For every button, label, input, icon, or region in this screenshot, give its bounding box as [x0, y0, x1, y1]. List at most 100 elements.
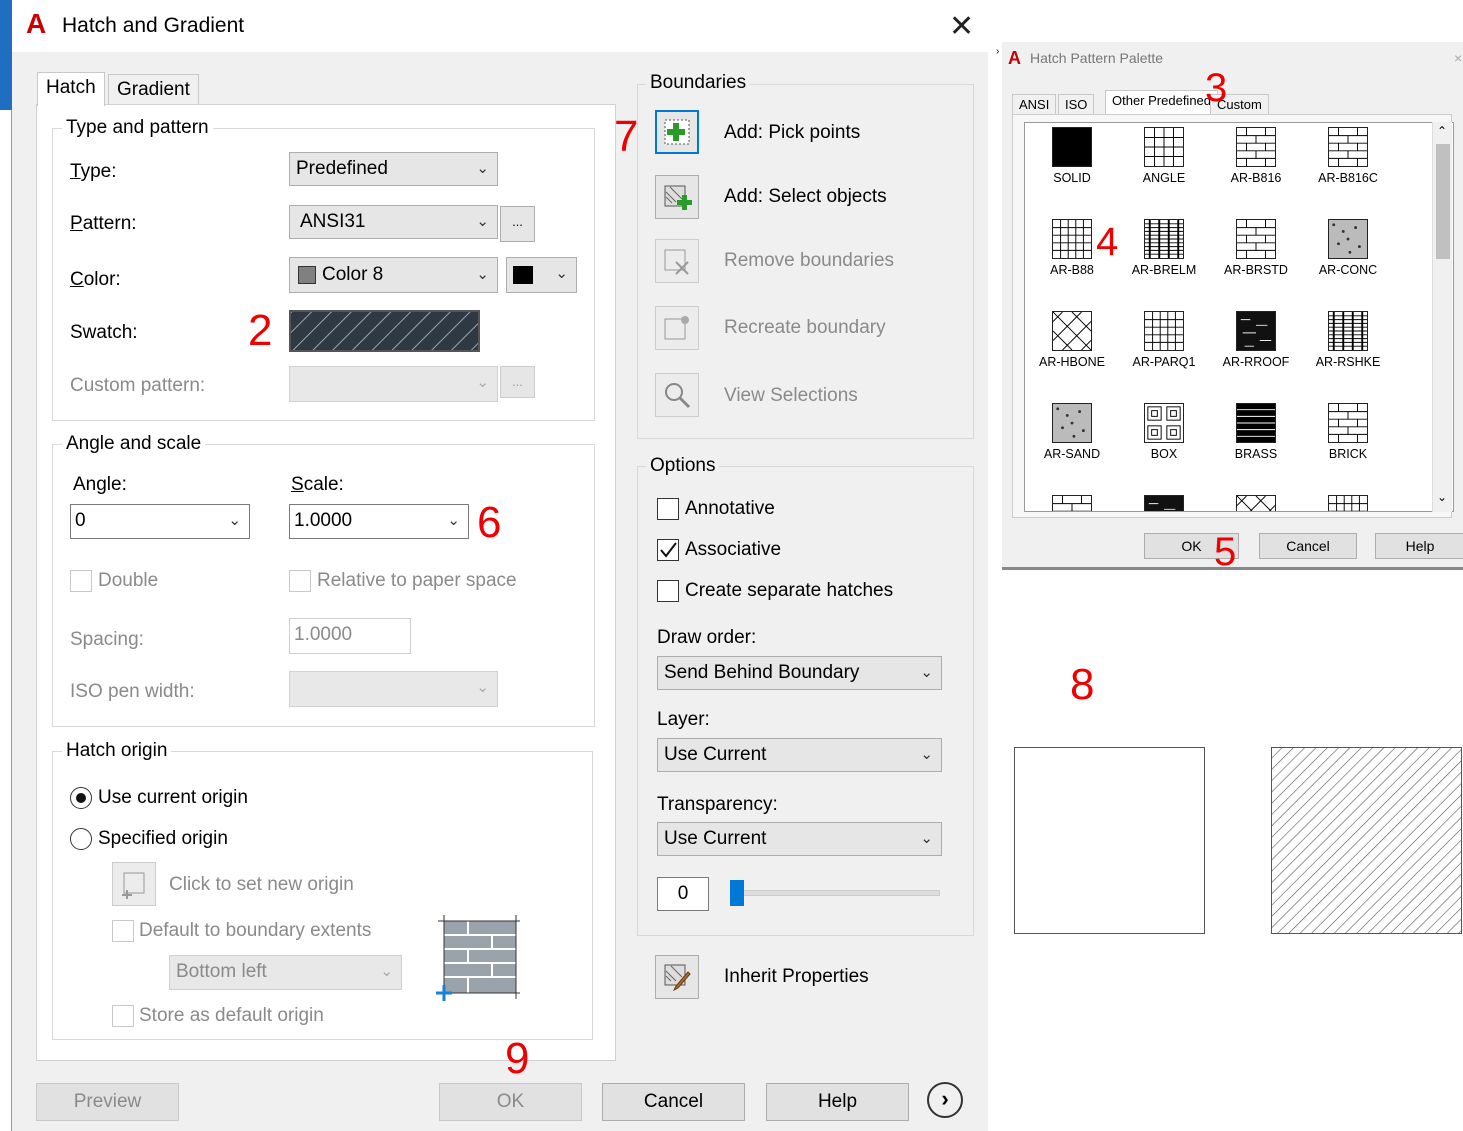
remove-boundaries-label: Remove boundaries: [724, 250, 895, 271]
transparency-combo[interactable]: Use Current ⌄: [657, 822, 942, 856]
pattern-brick[interactable]: BRICK: [1303, 403, 1393, 461]
angle-combo[interactable]: 0 ⌄: [70, 504, 250, 539]
pattern-ar-brelm[interactable]: AR-BRELM: [1119, 219, 1209, 277]
pattern-label: AR-RROOF: [1222, 355, 1290, 369]
custom-pattern-combo: ⌄: [289, 366, 498, 402]
inherit-properties-button[interactable]: [655, 955, 699, 999]
pattern-ar-sand[interactable]: AR-SAND: [1027, 403, 1117, 461]
pattern-ar-parq1[interactable]: AR-PARQ1: [1119, 311, 1209, 369]
annotation-3: 3: [1205, 66, 1228, 110]
annotative-checkbox[interactable]: [657, 498, 679, 520]
use-current-origin-radio[interactable]: [70, 787, 92, 809]
set-origin-icon: [122, 872, 145, 899]
layer-combo[interactable]: Use Current ⌄: [657, 738, 942, 772]
pattern-combo[interactable]: ANSI31 ⌄: [289, 205, 498, 239]
color-combo[interactable]: Color 8 ⌄: [289, 257, 498, 293]
pattern-thumb-icon: [1144, 127, 1184, 167]
palette-tab-iso[interactable]: ISO: [1058, 94, 1095, 114]
palette-close-icon[interactable]: ×: [1454, 50, 1462, 66]
transparency-slider-thumb[interactable]: [730, 880, 744, 906]
relative-paper-label: Relative to paper space: [317, 570, 517, 591]
pattern-ar-rshke[interactable]: AR-RSHKE: [1303, 311, 1393, 369]
specified-origin-radio[interactable]: [70, 828, 92, 850]
close-icon[interactable]: ✕: [949, 12, 974, 42]
pattern-ar-rroof[interactable]: AR-RROOF: [1211, 311, 1301, 369]
magnifier-icon: [665, 383, 691, 409]
pattern-thumb-icon: [1328, 403, 1368, 443]
inherit-properties-label[interactable]: Inherit Properties: [724, 966, 869, 988]
transparency-slider-track[interactable]: [730, 890, 940, 896]
type-combo[interactable]: Predefined ⌄: [289, 152, 498, 186]
palette-help-button[interactable]: Help: [1375, 533, 1463, 559]
pattern-ar-conc[interactable]: AR-CONC: [1303, 219, 1393, 277]
palette-tab-other-predefined[interactable]: Other Predefined: [1105, 90, 1219, 114]
chevron-down-icon: ⌄: [380, 963, 393, 980]
pattern-label: AR-B88: [1050, 263, 1094, 277]
pattern-ar-brstd[interactable]: AR-BRSTD: [1211, 219, 1301, 277]
pattern-label: ANGLE: [1142, 171, 1186, 185]
pattern-thumb-icon: [1236, 403, 1276, 443]
view-selections-button: [655, 373, 699, 417]
cancel-button[interactable]: Cancel: [602, 1083, 745, 1121]
palette-tab-ansi[interactable]: ANSI: [1012, 94, 1057, 114]
background-color-combo[interactable]: ⌄: [506, 257, 577, 293]
add-pick-points-label[interactable]: Add: Pick points: [724, 122, 860, 144]
swatch-preview[interactable]: [289, 310, 480, 352]
help-button[interactable]: Help: [766, 1083, 909, 1121]
pattern-scrollbar[interactable]: ⌃ ⌄: [1432, 122, 1452, 512]
associative-checkbox[interactable]: [657, 539, 679, 561]
pattern-thumb[interactable]: [1211, 495, 1301, 511]
chevron-down-icon: ⌄: [920, 664, 933, 681]
more-options-arrow-icon[interactable]: ›: [927, 1082, 963, 1118]
chevron-down-icon: ⌄: [555, 265, 568, 282]
pattern-thumb[interactable]: [1027, 495, 1117, 511]
pattern-ar-b816[interactable]: AR-B816: [1211, 127, 1301, 185]
pattern-thumb[interactable]: [1119, 495, 1209, 511]
tab-hatch[interactable]: Hatch: [37, 72, 105, 106]
window-edge-lower: [0, 110, 12, 1131]
scroll-up-icon: ⌃: [1437, 124, 1448, 138]
pattern-box[interactable]: BOX: [1119, 403, 1209, 461]
pattern-thumb-icon: [1236, 495, 1276, 511]
recreate-boundary-icon: [664, 316, 689, 340]
remove-boundaries-button: [655, 239, 699, 283]
relative-paper-checkbox: [289, 570, 311, 592]
separate-hatches-checkbox[interactable]: [657, 580, 679, 602]
draw-order-combo[interactable]: Send Behind Boundary ⌄: [657, 656, 942, 690]
add-select-objects-button[interactable]: [655, 175, 699, 219]
tab-gradient[interactable]: Gradient: [108, 74, 199, 104]
annotation-7: 7: [614, 112, 639, 161]
pattern-angle[interactable]: ANGLE: [1119, 127, 1209, 185]
pattern-browse-button[interactable]: ...: [500, 206, 535, 242]
recreate-boundary-label: Recreate boundary: [724, 317, 886, 338]
scale-combo[interactable]: 1.0000 ⌄: [289, 504, 469, 539]
pattern-thumb-icon: [1052, 495, 1092, 511]
pattern-ar-hbone[interactable]: AR-HBONE: [1027, 311, 1117, 369]
pattern-solid[interactable]: SOLID: [1027, 127, 1117, 185]
boundary-before-hatch: [1014, 747, 1205, 934]
chevron-down-icon: ⌄: [476, 374, 489, 391]
hatch-pattern-palette: › A Hatch Pattern Palette × ANSI ISO Oth…: [996, 42, 1463, 574]
transparency-label: Transparency:: [657, 794, 778, 815]
specified-origin-label: Specified origin: [98, 828, 228, 849]
transparency-value-input[interactable]: 0: [657, 877, 709, 911]
add-select-objects-label[interactable]: Add: Select objects: [724, 186, 887, 208]
window-edge: [0, 0, 12, 110]
pattern-thumb-icon: [1328, 495, 1368, 511]
custom-browse-button: ...: [500, 366, 535, 398]
chevron-down-icon: ⌄: [476, 213, 489, 230]
pattern-thumb[interactable]: [1303, 495, 1393, 511]
pattern-ar-b816c[interactable]: AR-B816C: [1303, 127, 1393, 185]
pattern-thumb-icon: [1144, 403, 1184, 443]
pattern-label: BRASS: [1234, 447, 1278, 461]
palette-cancel-button[interactable]: Cancel: [1259, 533, 1357, 559]
dialog-title: Hatch and Gradient: [62, 14, 245, 37]
pattern-brass[interactable]: BRASS: [1211, 403, 1301, 461]
store-default-checkbox: [112, 1005, 134, 1027]
chevron-down-icon: ⌄: [920, 830, 933, 847]
pattern-thumb-icon: [1052, 403, 1092, 443]
scroll-thumb[interactable]: [1436, 144, 1450, 259]
autocad-logo-icon: A: [26, 8, 47, 39]
pick-points-icon: [664, 119, 690, 145]
add-pick-points-button[interactable]: [655, 110, 699, 154]
